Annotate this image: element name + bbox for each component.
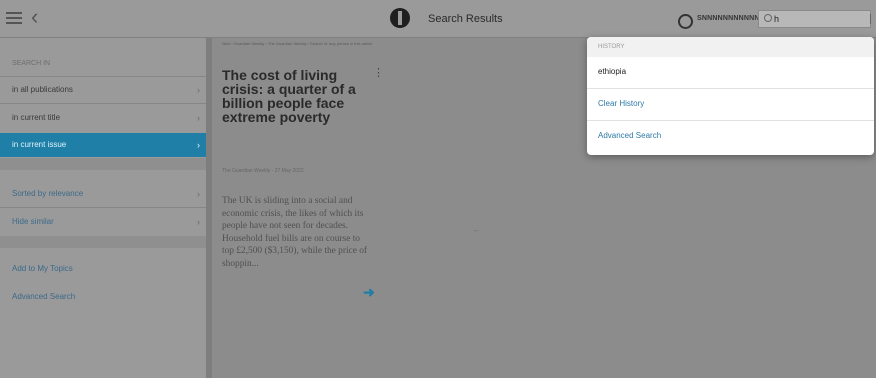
more-vertical-icon[interactable]: ⋮: [373, 66, 384, 79]
sidebar-item-label: Add to My Topics: [12, 264, 73, 273]
divider: [0, 76, 206, 77]
search-input[interactable]: [774, 13, 864, 25]
sidebar: SEARCH IN in all publications › in curre…: [0, 38, 206, 378]
advanced-search-button[interactable]: Advanced Search: [587, 121, 874, 152]
sidebar-item-label: Sorted by relevance: [12, 189, 84, 198]
breadcrumb: Next › Guardian Weekly › The Guardian We…: [222, 41, 373, 46]
article-meta: The Guardian Weekly · 27 May 2022: [222, 168, 304, 174]
sidebar-item-current-title[interactable]: in current title ›: [0, 106, 206, 130]
sidebar-item-current-issue[interactable]: in current issue ›: [0, 133, 206, 157]
clear-history-button[interactable]: Clear History: [587, 89, 874, 121]
hamburger-menu-icon[interactable]: [6, 9, 22, 27]
sidebar-item-all-publications[interactable]: in all publications ›: [0, 78, 206, 102]
chevron-right-icon: ›: [197, 189, 200, 199]
chevron-right-icon: ›: [197, 140, 200, 150]
sidebar-item-label: in current title: [12, 113, 61, 122]
sort-by-relevance[interactable]: Sorted by relevance ›: [0, 182, 206, 206]
search-box[interactable]: [758, 10, 871, 28]
chevron-right-icon: ›: [197, 85, 200, 95]
sidebar-item-label: Advanced Search: [12, 292, 76, 301]
publisher-logo-icon: [390, 8, 410, 28]
sidebar-item-label: Hide similar: [12, 217, 54, 226]
page-title: Search Results: [428, 13, 503, 25]
account-label[interactable]: SNNNNNNNNNNN: [697, 15, 760, 22]
article-excerpt: The UK is sliding into a social and econ…: [222, 196, 368, 269]
top-bar: ‹ Search Results SNNNNNNNNNNN: [0, 0, 876, 38]
chevron-right-icon: ›: [197, 217, 200, 227]
chevron-left-icon[interactable]: ‹: [31, 5, 38, 29]
chevron-right-icon: ›: [197, 113, 200, 123]
sidebar-item-label: in current issue: [12, 140, 67, 149]
loading-indicator: ⌐: [474, 226, 479, 235]
search-icon: [764, 14, 772, 22]
search-history-dropdown: HISTORY ethiopia Clear History Advanced …: [587, 37, 874, 155]
sidebar-section-label: SEARCH IN: [12, 60, 51, 67]
sidebar-item-label: in all publications: [12, 85, 73, 94]
hide-similar-toggle[interactable]: Hide similar ›: [0, 210, 206, 234]
history-header: HISTORY: [587, 37, 874, 57]
scrollbar[interactable]: [870, 14, 871, 24]
section-gap: [0, 236, 206, 248]
history-item[interactable]: ethiopia: [587, 57, 874, 89]
section-gap: [0, 158, 206, 170]
arrow-right-icon[interactable]: ➜: [363, 284, 375, 301]
article-headline[interactable]: The cost of living crisis: a quarter of …: [222, 68, 372, 124]
user-circle-icon[interactable]: [678, 14, 693, 29]
divider: [0, 207, 206, 208]
advanced-search-link[interactable]: Advanced Search: [0, 285, 206, 309]
divider: [0, 103, 206, 104]
add-to-my-topics-link[interactable]: Add to My Topics: [0, 257, 206, 281]
